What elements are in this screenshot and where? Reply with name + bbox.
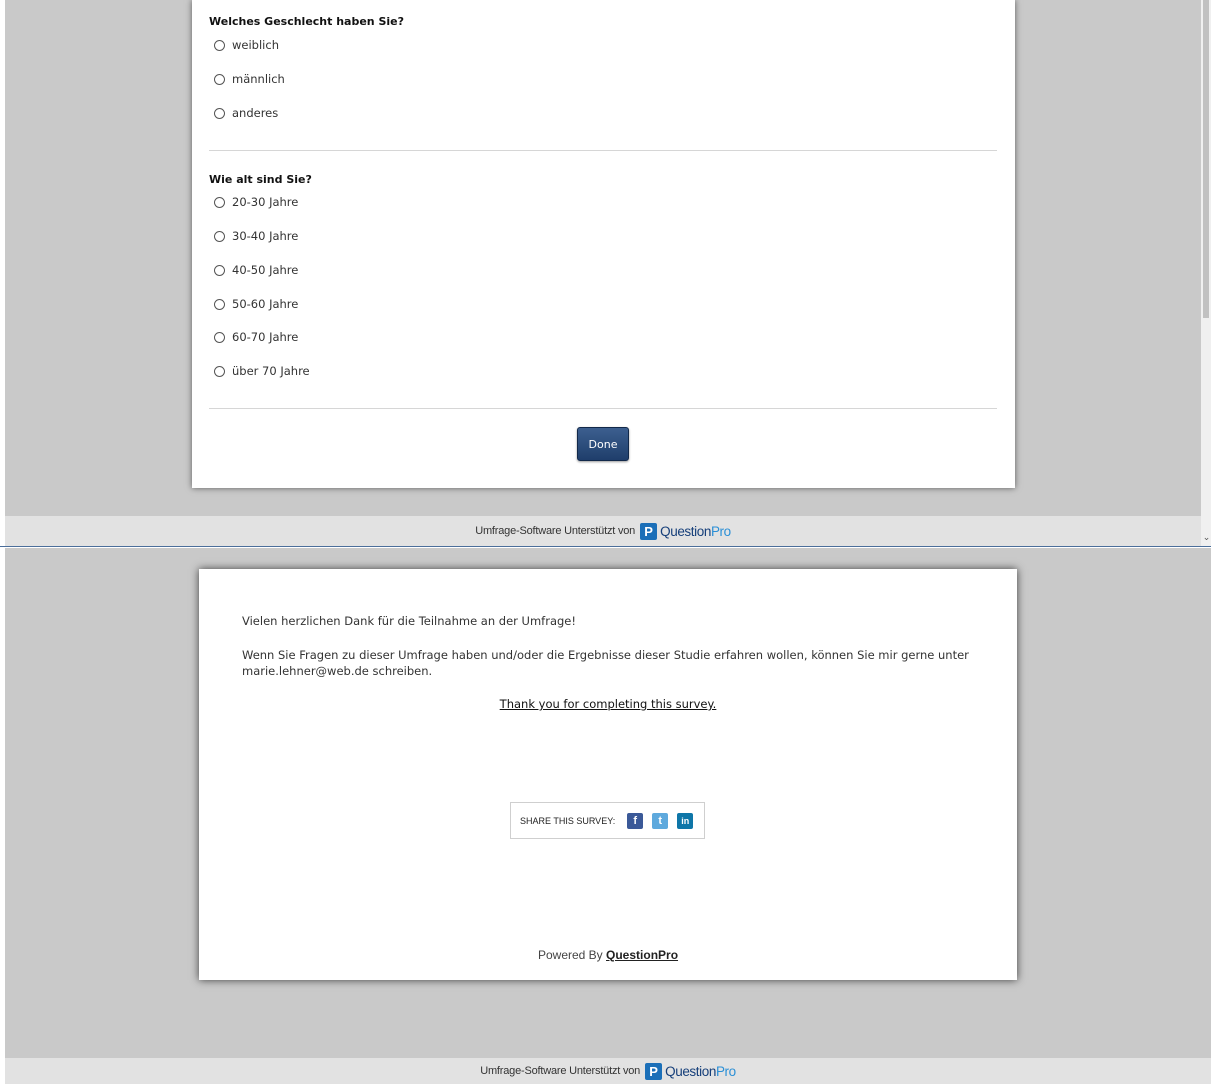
radio-button[interactable]: [214, 196, 225, 208]
footer-bar: Umfrage-Software Unterstützt von P Quest…: [5, 516, 1201, 546]
survey-card: [192, 0, 1015, 488]
scrollbar-thumb[interactable]: [1203, 0, 1209, 318]
radio-button[interactable]: [214, 264, 225, 276]
footer-text: Umfrage-Software Unterstützt von: [480, 1065, 641, 1077]
footer-text: Umfrage-Software Unterstützt von: [475, 525, 636, 537]
radio-button[interactable]: [214, 39, 225, 51]
logo-question-text: Question: [665, 1063, 716, 1079]
radio-button[interactable]: [214, 107, 225, 119]
contact-message: Wenn Sie Fragen zu dieser Umfrage haben …: [242, 647, 982, 679]
age-option-20-30[interactable]: 20-30 Jahre: [214, 194, 298, 210]
screenshot-separator: [0, 546, 1211, 547]
footer-bar-bottom: Umfrage-Software Unterstützt von P Quest…: [5, 1058, 1211, 1084]
thanks-card: [199, 569, 1017, 980]
share-survey-box: SHARE THIS SURVEY: f t in: [510, 802, 705, 839]
age-question-title: Wie alt sind Sie?: [209, 173, 312, 186]
radio-button[interactable]: [214, 230, 225, 242]
thanks-message: Vielen herzlichen Dank für die Teilnahme…: [242, 614, 576, 628]
questionpro-logo-icon: P: [640, 522, 658, 540]
age-option-ueber-70[interactable]: über 70 Jahre: [214, 363, 310, 379]
completed-survey-link[interactable]: Thank you for completing this survey.: [0, 697, 1211, 711]
submit-divider: [209, 408, 997, 409]
radio-button[interactable]: [214, 298, 225, 310]
facebook-icon[interactable]: f: [627, 812, 644, 829]
twitter-icon[interactable]: t: [652, 812, 669, 829]
logo-pro-text: Pro: [715, 1063, 736, 1079]
radio-button[interactable]: [214, 331, 225, 343]
powered-by: Powered By QuestionPro: [0, 948, 1211, 962]
question-divider: [209, 150, 997, 151]
age-option-60-70[interactable]: 60-70 Jahre: [214, 329, 298, 345]
age-option-50-60[interactable]: 50-60 Jahre: [214, 296, 298, 312]
gender-question-title: Welches Geschlecht haben Sie?: [209, 15, 405, 28]
gender-option-anderes[interactable]: anderes: [214, 105, 278, 121]
gender-option-weiblich[interactable]: weiblich: [214, 37, 279, 53]
done-button[interactable]: Done: [577, 427, 629, 461]
radio-button[interactable]: [214, 73, 225, 85]
share-label: SHARE THIS SURVEY:: [520, 815, 616, 826]
powered-prefix: Powered By: [537, 948, 603, 962]
age-option-30-40[interactable]: 30-40 Jahre: [214, 228, 298, 244]
scroll-down-arrow-icon[interactable]: ⌄: [1202, 532, 1211, 544]
powered-by-questionpro-link[interactable]: QuestionPro: [606, 948, 678, 962]
logo-pro-text: Pro: [710, 523, 731, 539]
contact-email-line: marie.lehner@web.de schreiben.: [242, 664, 433, 678]
questionpro-logo[interactable]: P Question Pro: [640, 522, 731, 540]
questionpro-logo-icon: P: [645, 1062, 663, 1080]
age-option-40-50[interactable]: 40-50 Jahre: [214, 262, 298, 278]
radio-button[interactable]: [214, 365, 225, 377]
questionpro-logo[interactable]: P Question Pro: [645, 1062, 736, 1080]
survey-page-frame: Welches Geschlecht haben Sie? weiblich m…: [0, 0, 1211, 546]
logo-question-text: Question: [660, 523, 711, 539]
linkedin-icon[interactable]: in: [677, 812, 694, 829]
gender-option-maennlich[interactable]: männlich: [214, 71, 285, 87]
contact-line: Wenn Sie Fragen zu dieser Umfrage haben …: [242, 648, 969, 662]
